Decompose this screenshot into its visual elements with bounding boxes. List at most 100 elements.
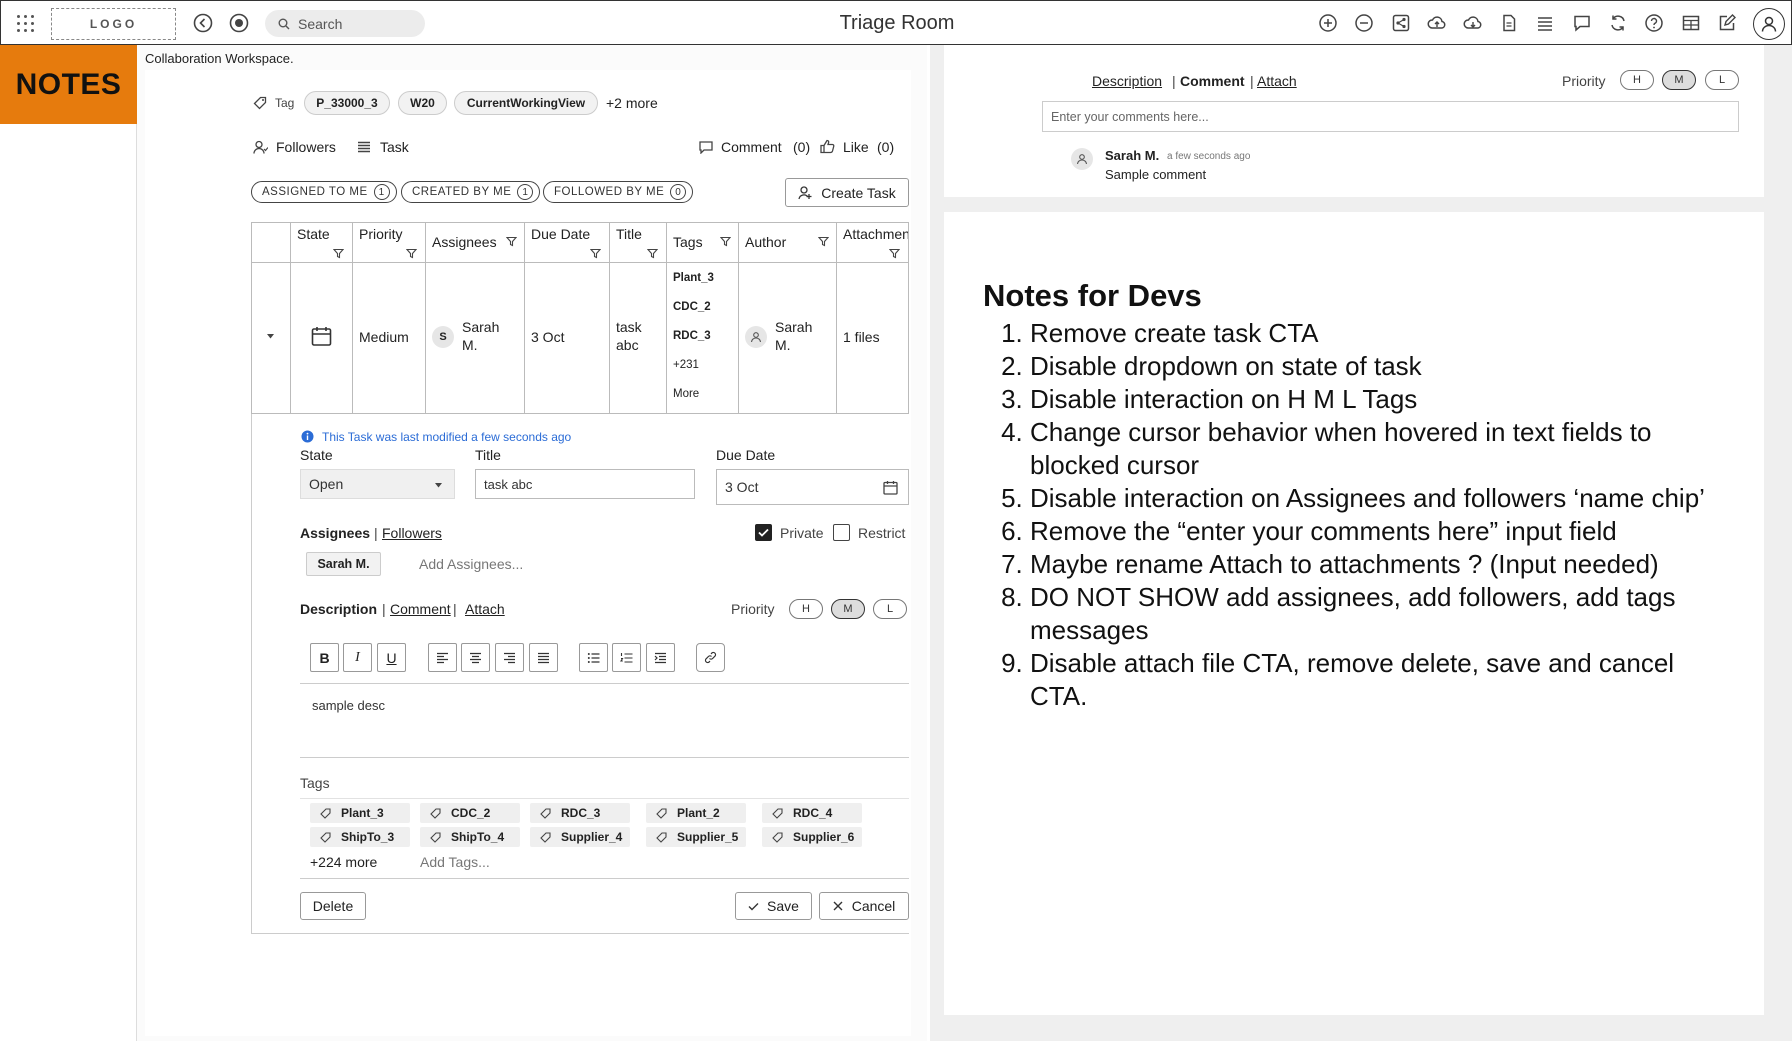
calendar-icon[interactable]: [883, 480, 898, 495]
link-button[interactable]: [696, 643, 725, 672]
priority-h[interactable]: H: [789, 599, 823, 619]
align-left-button[interactable]: [428, 643, 457, 672]
tag-chip[interactable]: Supplier_5: [646, 827, 746, 847]
table-header-author[interactable]: Author: [739, 223, 837, 262]
table-cell-tags-more[interactable]: +231: [673, 359, 699, 371]
comment-input[interactable]: Enter your comments here...: [1042, 101, 1739, 132]
justify-button[interactable]: [529, 643, 558, 672]
indent-button[interactable]: [646, 643, 675, 672]
filter-created-by-me[interactable]: CREATED BY ME 1: [401, 181, 541, 203]
table-header-attachments[interactable]: Attachments: [837, 223, 908, 262]
description-text[interactable]: sample desc: [312, 698, 385, 713]
expand-caret-icon[interactable]: [267, 334, 274, 339]
document-icon[interactable]: [1499, 13, 1519, 33]
back-icon[interactable]: [193, 13, 213, 33]
bold-button[interactable]: B: [310, 643, 339, 672]
tag-chip[interactable]: ShipTo_3: [310, 827, 410, 847]
delete-button[interactable]: Delete: [300, 892, 366, 920]
comment-link[interactable]: Comment: [721, 139, 782, 155]
refresh-icon[interactable]: [1608, 13, 1628, 33]
state-dropdown[interactable]: Open: [300, 469, 455, 499]
attach-tab[interactable]: Attach: [465, 601, 505, 617]
tag-chip[interactable]: Supplier_4: [530, 827, 630, 847]
assignees-tab[interactable]: Assignees: [300, 525, 370, 541]
comment-time: a few seconds ago: [1167, 151, 1251, 162]
table-header-priority[interactable]: Priority: [353, 223, 426, 262]
record-icon[interactable]: [229, 13, 249, 33]
table-icon[interactable]: [1681, 13, 1701, 33]
filter-assigned-to-me[interactable]: ASSIGNED TO ME 1: [251, 181, 397, 203]
tag-chip[interactable]: Plant_2: [646, 803, 746, 823]
tag-chip[interactable]: ShipTo_4: [420, 827, 520, 847]
tag-chip[interactable]: CurrentWorkingView: [454, 91, 598, 115]
title-input[interactable]: task abc: [475, 469, 695, 499]
table-header-title[interactable]: Title: [610, 223, 667, 262]
tag-chip[interactable]: P_33000_3: [304, 91, 390, 115]
filter-icon[interactable]: [647, 248, 658, 259]
priority-m[interactable]: M: [831, 599, 865, 619]
table-header-tags[interactable]: Tags: [667, 223, 739, 262]
zoom-in-icon[interactable]: [1318, 13, 1338, 33]
italic-button[interactable]: I: [343, 643, 372, 672]
tags-more-link[interactable]: +224 more: [310, 854, 377, 870]
app-grid-icon[interactable]: [17, 15, 35, 33]
tag-chip[interactable]: RDC_3: [530, 803, 630, 823]
due-date-input[interactable]: 3 Oct: [716, 469, 909, 505]
filter-icon[interactable]: [333, 248, 344, 259]
assignee-name-chip[interactable]: Sarah M.: [306, 552, 381, 576]
filter-icon[interactable]: [506, 236, 517, 247]
comment-tab[interactable]: Comment: [390, 601, 451, 617]
comment-tab[interactable]: Comment: [1180, 73, 1245, 89]
calendar-icon[interactable]: [311, 326, 332, 347]
filter-icon[interactable]: [720, 236, 731, 247]
filter-icon[interactable]: [818, 236, 829, 247]
description-tab[interactable]: Description: [1092, 73, 1162, 89]
priority-h[interactable]: H: [1620, 70, 1654, 90]
add-assignees-input[interactable]: Add Assignees...: [419, 556, 523, 572]
private-checkbox[interactable]: [755, 524, 772, 541]
edit-icon[interactable]: [1717, 13, 1737, 33]
cancel-button[interactable]: Cancel: [819, 892, 909, 920]
align-right-button[interactable]: [495, 643, 524, 672]
restrict-checkbox[interactable]: [833, 524, 850, 541]
followers-tab[interactable]: Followers: [382, 525, 442, 541]
user-avatar[interactable]: [1753, 8, 1785, 40]
priority-l[interactable]: L: [873, 599, 907, 619]
align-center-button[interactable]: [461, 643, 490, 672]
bullet-list-button[interactable]: [579, 643, 608, 672]
table-header-due-date[interactable]: Due Date: [525, 223, 610, 262]
tags-more-link[interactable]: +2 more: [606, 95, 658, 111]
tag-chip[interactable]: W20: [398, 91, 447, 115]
add-tags-input[interactable]: Add Tags...: [420, 854, 490, 870]
zoom-out-icon[interactable]: [1354, 13, 1374, 33]
description-tab[interactable]: Description: [300, 601, 377, 617]
search-input[interactable]: Search: [265, 10, 425, 37]
filter-icon[interactable]: [590, 248, 601, 259]
tag-chip[interactable]: RDC_4: [762, 803, 862, 823]
table-cell-tags-more-label[interactable]: More: [673, 388, 699, 400]
help-icon[interactable]: [1644, 13, 1664, 33]
tag-chip[interactable]: CDC_2: [420, 803, 520, 823]
cloud-download-icon[interactable]: [1463, 13, 1483, 33]
table-header-assignees[interactable]: Assignees: [426, 223, 525, 262]
priority-m[interactable]: M: [1662, 70, 1696, 90]
numbered-list-button[interactable]: [612, 643, 641, 672]
underline-button[interactable]: U: [377, 643, 406, 672]
tag-chip[interactable]: Supplier_6: [762, 827, 862, 847]
like-link[interactable]: Like: [843, 139, 869, 155]
tag-chip[interactable]: Plant_3: [310, 803, 410, 823]
cloud-upload-icon[interactable]: [1427, 13, 1447, 33]
save-button[interactable]: Save: [735, 892, 812, 920]
create-task-button[interactable]: Create Task: [785, 178, 909, 207]
attach-tab[interactable]: Attach: [1257, 73, 1297, 89]
filter-icon[interactable]: [889, 248, 900, 259]
priority-l[interactable]: L: [1705, 70, 1739, 90]
chat-icon[interactable]: [1572, 13, 1592, 33]
task-link[interactable]: Task: [380, 139, 409, 155]
table-header-state[interactable]: State: [291, 223, 353, 262]
list-icon[interactable]: [1535, 13, 1555, 33]
filter-followed-by-me[interactable]: FOLLOWED BY ME 0: [543, 181, 694, 203]
filter-icon[interactable]: [406, 248, 417, 259]
share-icon[interactable]: [1391, 13, 1411, 33]
followers-link[interactable]: Followers: [276, 139, 336, 155]
